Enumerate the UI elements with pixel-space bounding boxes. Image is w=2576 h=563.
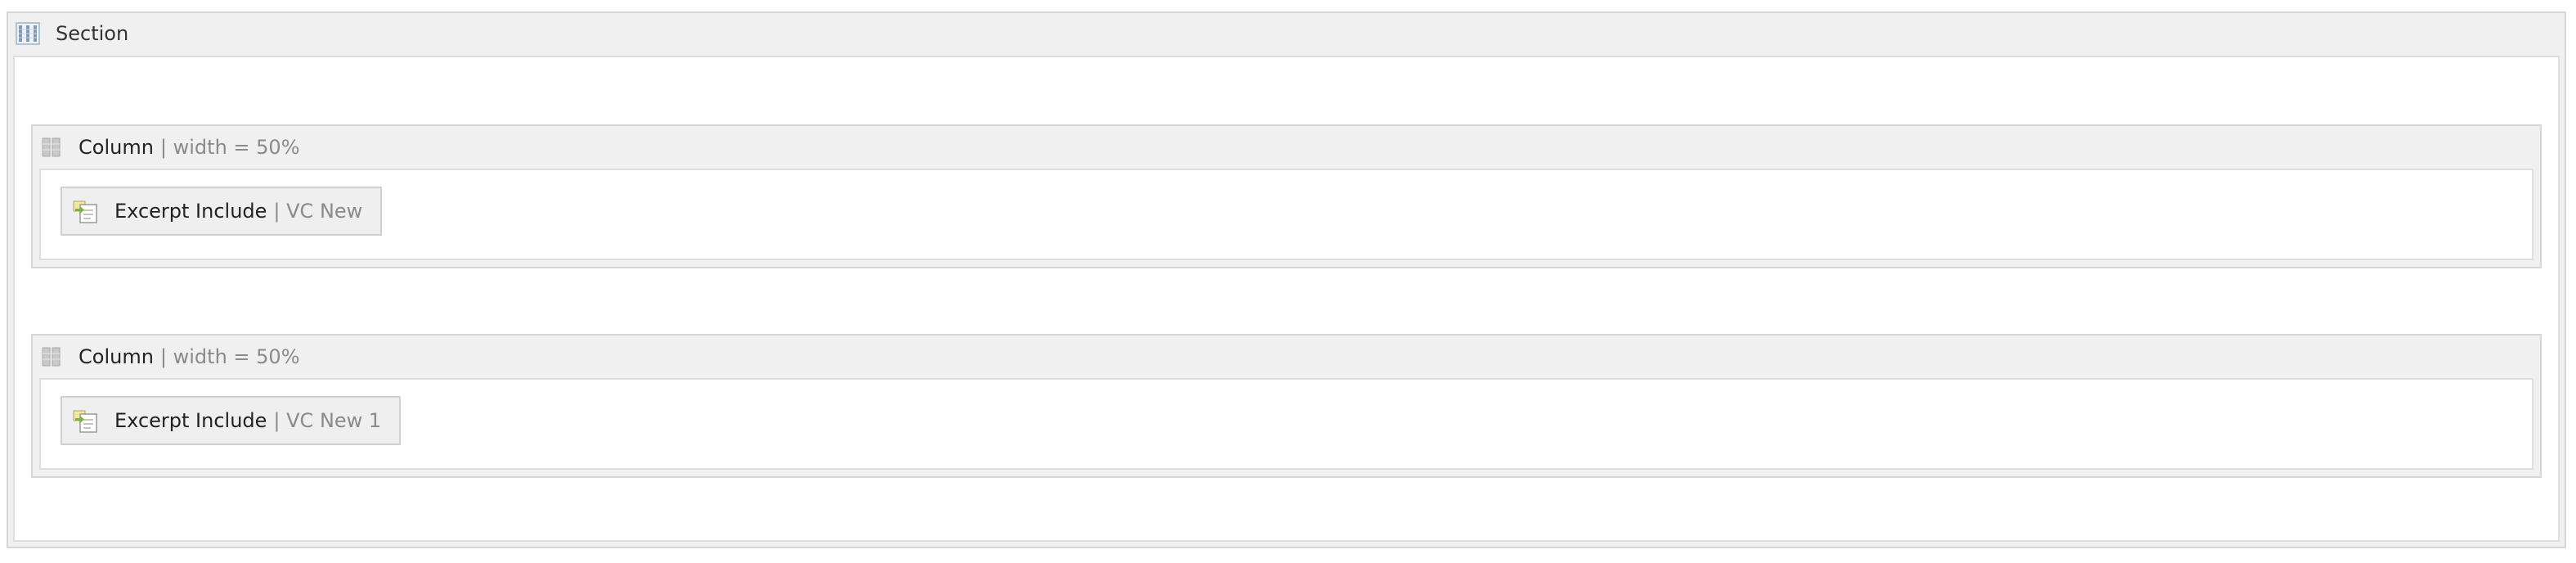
column-title: Column <box>79 136 154 159</box>
section-icon <box>15 20 41 47</box>
column-width-label: | width = 50% <box>159 136 300 159</box>
column-body: Excerpt Include | VC New 1 <box>39 378 2533 470</box>
column-drag-icon[interactable] <box>41 137 62 158</box>
column-header[interactable]: Column | width = 50% <box>33 126 2540 169</box>
section-body: Column | width = 50% Excerpt Include | V… <box>13 56 2560 542</box>
column-width-label: | width = 50% <box>159 345 300 368</box>
column-container[interactable]: Column | width = 50% Excerpt Include | V… <box>31 334 2542 478</box>
column-title: Column <box>79 345 154 368</box>
section-container[interactable]: Section Column | width = 50% Excerpt Inc… <box>7 11 2566 548</box>
widget-title: Excerpt Include <box>114 200 267 223</box>
widget-detail: | VC New <box>273 200 363 223</box>
section-title: Section <box>56 22 129 45</box>
column-header[interactable]: Column | width = 50% <box>33 336 2540 378</box>
excerpt-include-widget[interactable]: Excerpt Include | VC New 1 <box>61 396 402 445</box>
widget-title: Excerpt Include <box>114 409 267 432</box>
widget-detail: | VC New 1 <box>273 409 382 432</box>
excerpt-include-icon <box>72 198 103 224</box>
excerpt-include-widget[interactable]: Excerpt Include | VC New <box>61 187 383 236</box>
excerpt-include-icon <box>72 408 103 434</box>
column-body: Excerpt Include | VC New <box>39 169 2533 260</box>
column-drag-icon[interactable] <box>41 346 62 367</box>
column-container[interactable]: Column | width = 50% Excerpt Include | V… <box>31 124 2542 268</box>
section-header[interactable]: Section <box>8 13 2565 54</box>
